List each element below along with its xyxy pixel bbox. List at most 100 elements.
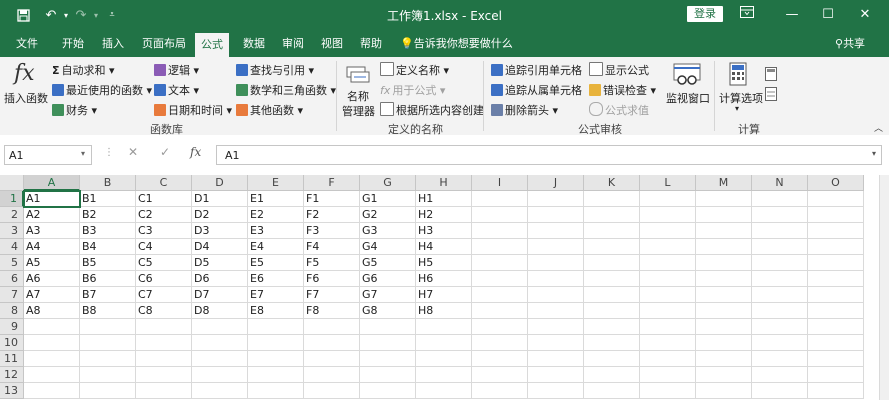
select-all-corner[interactable] bbox=[0, 175, 24, 191]
cell[interactable] bbox=[528, 383, 584, 399]
cell[interactable]: B1 bbox=[80, 191, 136, 207]
error-checking-button[interactable]: 错误检查 ▾ bbox=[589, 82, 656, 98]
cell[interactable] bbox=[640, 239, 696, 255]
cell[interactable] bbox=[584, 383, 640, 399]
cell[interactable]: C7 bbox=[136, 287, 192, 303]
cell[interactable]: B7 bbox=[80, 287, 136, 303]
cell[interactable] bbox=[584, 319, 640, 335]
financial-button[interactable]: 财务 ▾ bbox=[52, 102, 97, 118]
row-header[interactable]: 6 bbox=[0, 271, 24, 287]
cell[interactable] bbox=[416, 383, 472, 399]
cell[interactable] bbox=[192, 351, 248, 367]
watch-window-button[interactable]: 监视窗口 bbox=[666, 90, 710, 106]
row-header[interactable]: 5 bbox=[0, 255, 24, 271]
cell[interactable] bbox=[416, 335, 472, 351]
cell[interactable]: A6 bbox=[24, 271, 80, 287]
cell[interactable] bbox=[640, 255, 696, 271]
cell[interactable] bbox=[640, 367, 696, 383]
cell[interactable] bbox=[584, 367, 640, 383]
cell[interactable] bbox=[472, 335, 528, 351]
cell[interactable]: A7 bbox=[24, 287, 80, 303]
save-icon[interactable] bbox=[14, 6, 32, 24]
cell[interactable] bbox=[360, 319, 416, 335]
cell[interactable] bbox=[80, 335, 136, 351]
cell[interactable]: H4 bbox=[416, 239, 472, 255]
cell[interactable] bbox=[136, 383, 192, 399]
cell[interactable] bbox=[752, 255, 808, 271]
cell[interactable] bbox=[528, 223, 584, 239]
cell[interactable] bbox=[808, 191, 864, 207]
cell[interactable] bbox=[752, 271, 808, 287]
formula-input[interactable]: A1 bbox=[216, 145, 882, 165]
close-icon[interactable]: ✕ bbox=[855, 5, 875, 25]
cell[interactable]: G4 bbox=[360, 239, 416, 255]
tell-me-box[interactable]: 💡告诉我你想要做什么 bbox=[398, 30, 515, 57]
row-header[interactable]: 1 bbox=[0, 191, 24, 207]
row-header[interactable]: 3 bbox=[0, 223, 24, 239]
cell[interactable] bbox=[584, 271, 640, 287]
cell[interactable] bbox=[528, 271, 584, 287]
cell[interactable]: E6 bbox=[248, 271, 304, 287]
login-button[interactable]: 登录 bbox=[687, 6, 723, 22]
autosum-button[interactable]: Σ 自动求和 ▾ bbox=[52, 62, 115, 78]
cell[interactable]: A3 bbox=[24, 223, 80, 239]
cell[interactable]: H7 bbox=[416, 287, 472, 303]
cell[interactable]: G1 bbox=[360, 191, 416, 207]
cell[interactable] bbox=[752, 287, 808, 303]
cell[interactable] bbox=[304, 351, 360, 367]
cell[interactable]: C1 bbox=[136, 191, 192, 207]
column-header[interactable]: A bbox=[24, 175, 80, 191]
cell[interactable] bbox=[528, 207, 584, 223]
cell[interactable] bbox=[640, 223, 696, 239]
customize-icon[interactable]: ⩡ bbox=[103, 6, 121, 24]
cell[interactable] bbox=[528, 303, 584, 319]
cell[interactable] bbox=[360, 383, 416, 399]
cell[interactable] bbox=[24, 383, 80, 399]
cell[interactable]: B8 bbox=[80, 303, 136, 319]
column-header[interactable]: B bbox=[80, 175, 136, 191]
insert-function-fx-icon[interactable]: fx bbox=[190, 145, 201, 165]
row-header[interactable]: 9 bbox=[0, 319, 24, 335]
column-header[interactable]: L bbox=[640, 175, 696, 191]
cell[interactable] bbox=[752, 319, 808, 335]
column-header[interactable]: F bbox=[304, 175, 360, 191]
cell[interactable]: D2 bbox=[192, 207, 248, 223]
datetime-button[interactable]: 日期和时间 ▾ bbox=[154, 102, 232, 118]
cell[interactable] bbox=[584, 255, 640, 271]
calculator-icon[interactable] bbox=[729, 62, 747, 89]
cell[interactable]: C4 bbox=[136, 239, 192, 255]
column-header[interactable]: K bbox=[584, 175, 640, 191]
cell[interactable]: A2 bbox=[24, 207, 80, 223]
cell[interactable] bbox=[808, 255, 864, 271]
ribbon-display-icon[interactable] bbox=[737, 5, 757, 25]
cell[interactable] bbox=[80, 383, 136, 399]
cell[interactable] bbox=[472, 351, 528, 367]
cell[interactable] bbox=[24, 367, 80, 383]
cell[interactable]: B5 bbox=[80, 255, 136, 271]
cell[interactable]: H6 bbox=[416, 271, 472, 287]
cell[interactable] bbox=[752, 383, 808, 399]
cell[interactable]: C8 bbox=[136, 303, 192, 319]
cell[interactable]: A5 bbox=[24, 255, 80, 271]
column-header[interactable]: E bbox=[248, 175, 304, 191]
cell[interactable] bbox=[192, 319, 248, 335]
cell[interactable] bbox=[136, 335, 192, 351]
cell[interactable] bbox=[808, 335, 864, 351]
cell[interactable] bbox=[472, 207, 528, 223]
cell[interactable] bbox=[752, 223, 808, 239]
lookup-button[interactable]: 查找与引用 ▾ bbox=[236, 62, 314, 78]
row-header[interactable]: 8 bbox=[0, 303, 24, 319]
define-name-button[interactable]: 定义名称 ▾ bbox=[380, 62, 449, 78]
row-header[interactable]: 4 bbox=[0, 239, 24, 255]
insert-function-button[interactable]: 插入函数 bbox=[4, 90, 48, 106]
cell[interactable] bbox=[528, 319, 584, 335]
name-manager-line2[interactable]: 管理器 bbox=[342, 103, 375, 119]
cell[interactable] bbox=[808, 271, 864, 287]
cell[interactable] bbox=[528, 351, 584, 367]
cell[interactable] bbox=[472, 223, 528, 239]
more-functions-button[interactable]: 其他函数 ▾ bbox=[236, 102, 303, 118]
column-header[interactable]: N bbox=[752, 175, 808, 191]
cell[interactable]: F5 bbox=[304, 255, 360, 271]
cell[interactable]: H3 bbox=[416, 223, 472, 239]
logical-button[interactable]: 逻辑 ▾ bbox=[154, 62, 199, 78]
